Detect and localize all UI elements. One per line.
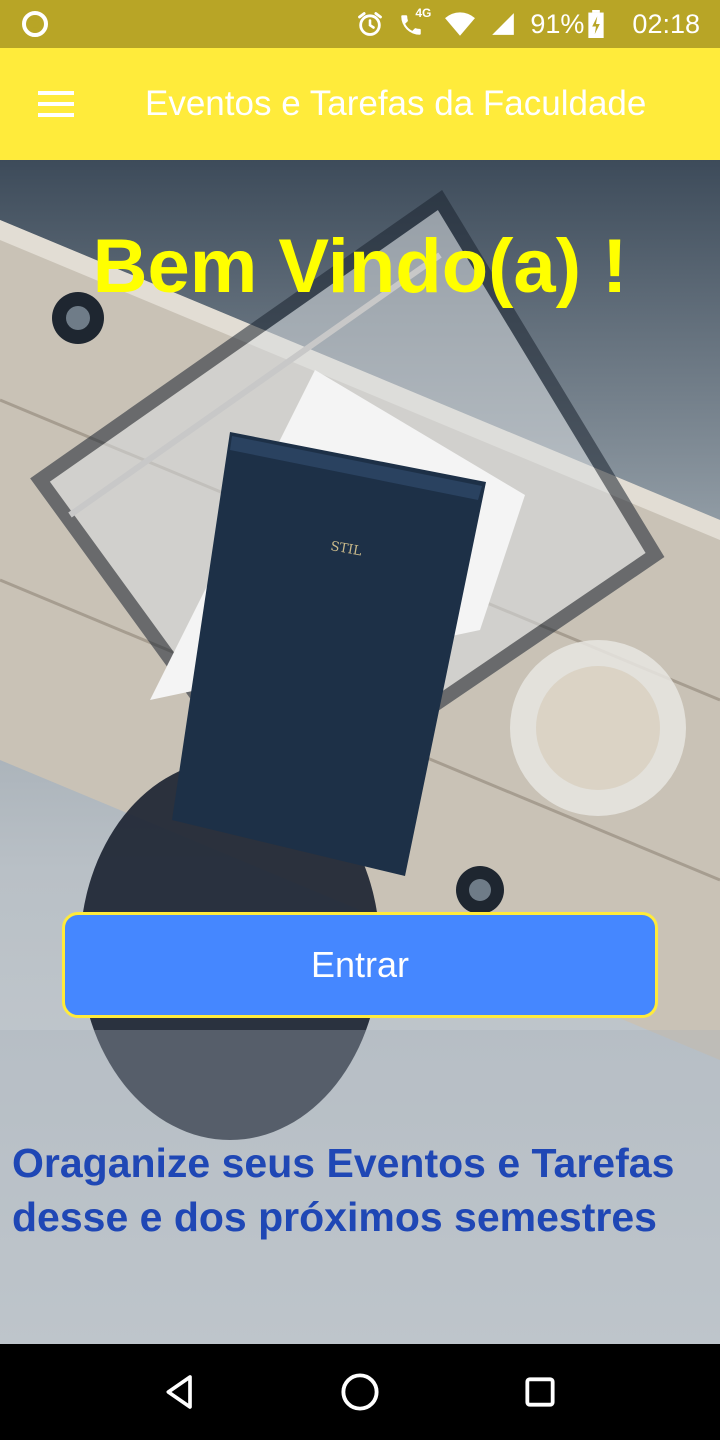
alarm-icon xyxy=(358,12,383,36)
battery-percent: 91% xyxy=(530,8,585,39)
menu-button[interactable] xyxy=(0,48,112,160)
welcome-heading: Bem Vindo(a) ! xyxy=(92,224,628,309)
notification-dot-icon xyxy=(22,11,48,37)
volte-call-icon: 4G xyxy=(398,6,431,38)
wifi-icon xyxy=(445,12,476,36)
hamburger-menu-icon xyxy=(38,91,74,117)
battery-indicator: 91% xyxy=(530,8,605,40)
network-type-label: 4G xyxy=(415,6,432,20)
back-button[interactable] xyxy=(132,1344,228,1440)
recents-button[interactable] xyxy=(492,1344,588,1440)
status-right: 4G 91% 02:18 xyxy=(356,6,700,40)
home-icon xyxy=(341,1373,379,1411)
enter-button[interactable]: Entrar xyxy=(62,912,658,1018)
navigation-bar xyxy=(0,1344,720,1440)
recents-icon xyxy=(525,1377,555,1407)
main-content: STIL Bem Vindo(a) ! Entrar Oraganize seu… xyxy=(0,160,720,1344)
status-left xyxy=(22,11,48,37)
app-title: Eventos e Tarefas da Faculdade xyxy=(145,84,647,123)
status-bar: 4G 91% 02:18 xyxy=(0,0,720,48)
back-icon xyxy=(166,1375,192,1409)
clock: 02:18 xyxy=(632,8,700,39)
signal-icon xyxy=(492,13,515,35)
home-button[interactable] xyxy=(312,1344,408,1440)
tagline-text: Oraganize seus Eventos e Tarefas desse e… xyxy=(12,1140,675,1240)
app-bar: Eventos e Tarefas da Faculdade xyxy=(0,48,720,160)
battery-charging-icon xyxy=(588,10,605,38)
